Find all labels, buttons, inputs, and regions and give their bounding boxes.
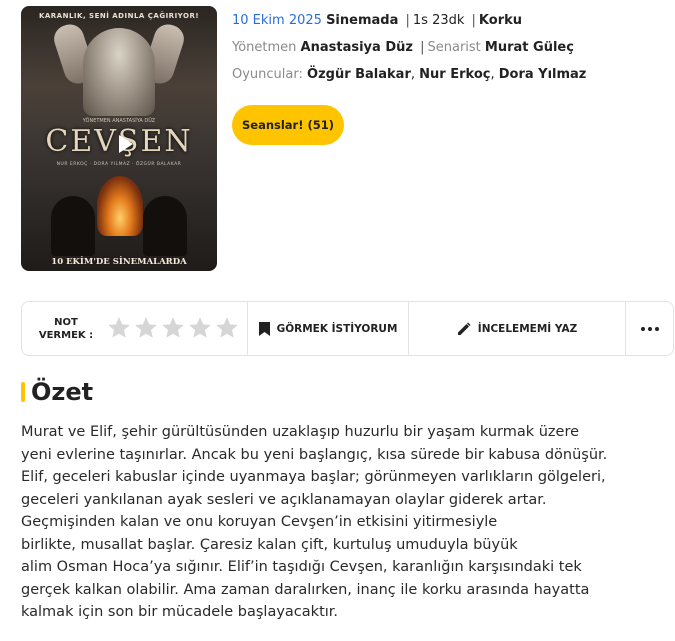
rating-stars [106,315,240,341]
star-icon[interactable] [106,315,132,341]
summary-line: Geçmişinden kalan ve onu koruyan Cevşen’… [21,514,498,530]
summary-text: Murat ve Elif, şehir gürültüsünden uzakl… [21,421,673,624]
director-link[interactable]: Anastasiya Düz [301,40,413,55]
watchlist-label: GÖRMEK İSTİYORUM [276,322,398,335]
cast-comma: , [410,67,416,82]
status-label: Sinemada [326,13,399,28]
pencil-icon [457,321,471,335]
write-review-label: İNCELEMEMİ YAZ [477,322,578,335]
writer-label: Senarist [427,40,481,55]
summary-line: birlikte, musallat başlar. Çaresiz kalan… [21,536,518,553]
rate-label: NOT VERMEK : [32,316,100,342]
director-label: Yönetmen [232,40,297,55]
separator: | [471,13,476,28]
rate-label-line1: NOT [54,317,78,328]
more-dot-icon [655,326,659,331]
summary-heading: Özet [21,377,93,407]
poster-silhouette-left [51,196,95,256]
summary-heading-text: Özet [31,378,94,406]
summary-line: Murat ve Elif, şehir gürültüsünden uzakl… [21,424,580,440]
separator: | [420,40,425,55]
summary-line: yeni evlerine taşınırlar. Ancak bu yeni … [21,446,608,463]
movie-poster[interactable]: KARANLIK, SENİ ADINLA ÇAĞIRIYOR! YÖNETME… [21,6,217,271]
poster-fire [97,176,143,236]
duration: 1s 23dk [412,13,465,28]
action-bar: NOT VERMEK : GÖRMEK İSTİYORUM İNCELEMEMİ… [21,301,674,356]
poster-central-figure [83,28,155,116]
more-options-button[interactable] [626,302,674,355]
watchlist-button[interactable]: GÖRMEK İSTİYORUM [248,302,408,355]
sessions-button[interactable]: Seanslar! (51) [232,105,344,145]
cast-line: Oyuncular: Özgür Balakar, Nur Erkoç, Dor… [232,67,586,82]
summary-line: kalmak için son bir mücadele başlayacakt… [21,604,339,620]
genre-link[interactable]: Korku [479,13,522,28]
cast-label: Oyuncular: [232,67,303,82]
cast-link[interactable]: Dora Yılmaz [499,67,587,82]
separator: | [405,13,410,28]
poster-release-text: 10 EKİM'DE SİNEMALARDA [51,257,187,267]
cast-comma: , [490,67,495,82]
heading-accent-bar [21,382,25,402]
summary-line: Elif, geceleri kabuslar içinde uyanmaya … [21,469,606,485]
writer-link[interactable]: Murat Güleç [485,40,574,55]
more-dot-icon [641,326,645,331]
star-icon[interactable] [160,315,186,341]
more-dot-icon [648,326,652,331]
rate-label-line2: VERMEK : [38,330,94,341]
cast-link[interactable]: Özgür Balakar [307,67,411,82]
star-icon[interactable] [187,315,213,341]
release-date-link[interactable]: 10 Ekim 2025 [232,13,322,28]
poster-silhouette-right [143,196,187,256]
play-trailer-icon[interactable] [119,135,133,153]
write-review-button[interactable]: İNCELEMEMİ YAZ [409,302,625,355]
poster-cast: NUR ERKOÇ · DORA YILMAZ · ÖZGÜR BALAKAR [56,162,182,167]
bookmark-icon [258,321,270,336]
movie-info-line: 10 Ekim 2025 Sinemada | 1s 23dk | Korku [232,13,522,28]
summary-line: alim Osman Hoca’ya sığınır. Elif’in taşı… [21,559,582,575]
summary-line: gerçek kalkan olabilir. Ama zaman daralı… [21,581,590,598]
cast-link[interactable]: Nur Erkoç [419,67,490,82]
star-icon[interactable] [214,315,240,341]
poster-banner: KARANLIK, SENİ ADINLA ÇAĞIRIYOR! [38,12,200,20]
crew-line: Yönetmen Anastasiya Düz | Senarist Murat … [232,40,574,55]
star-icon[interactable] [133,315,159,341]
summary-line: geceleri yankılanan ayak sesleri ve açık… [21,491,547,508]
